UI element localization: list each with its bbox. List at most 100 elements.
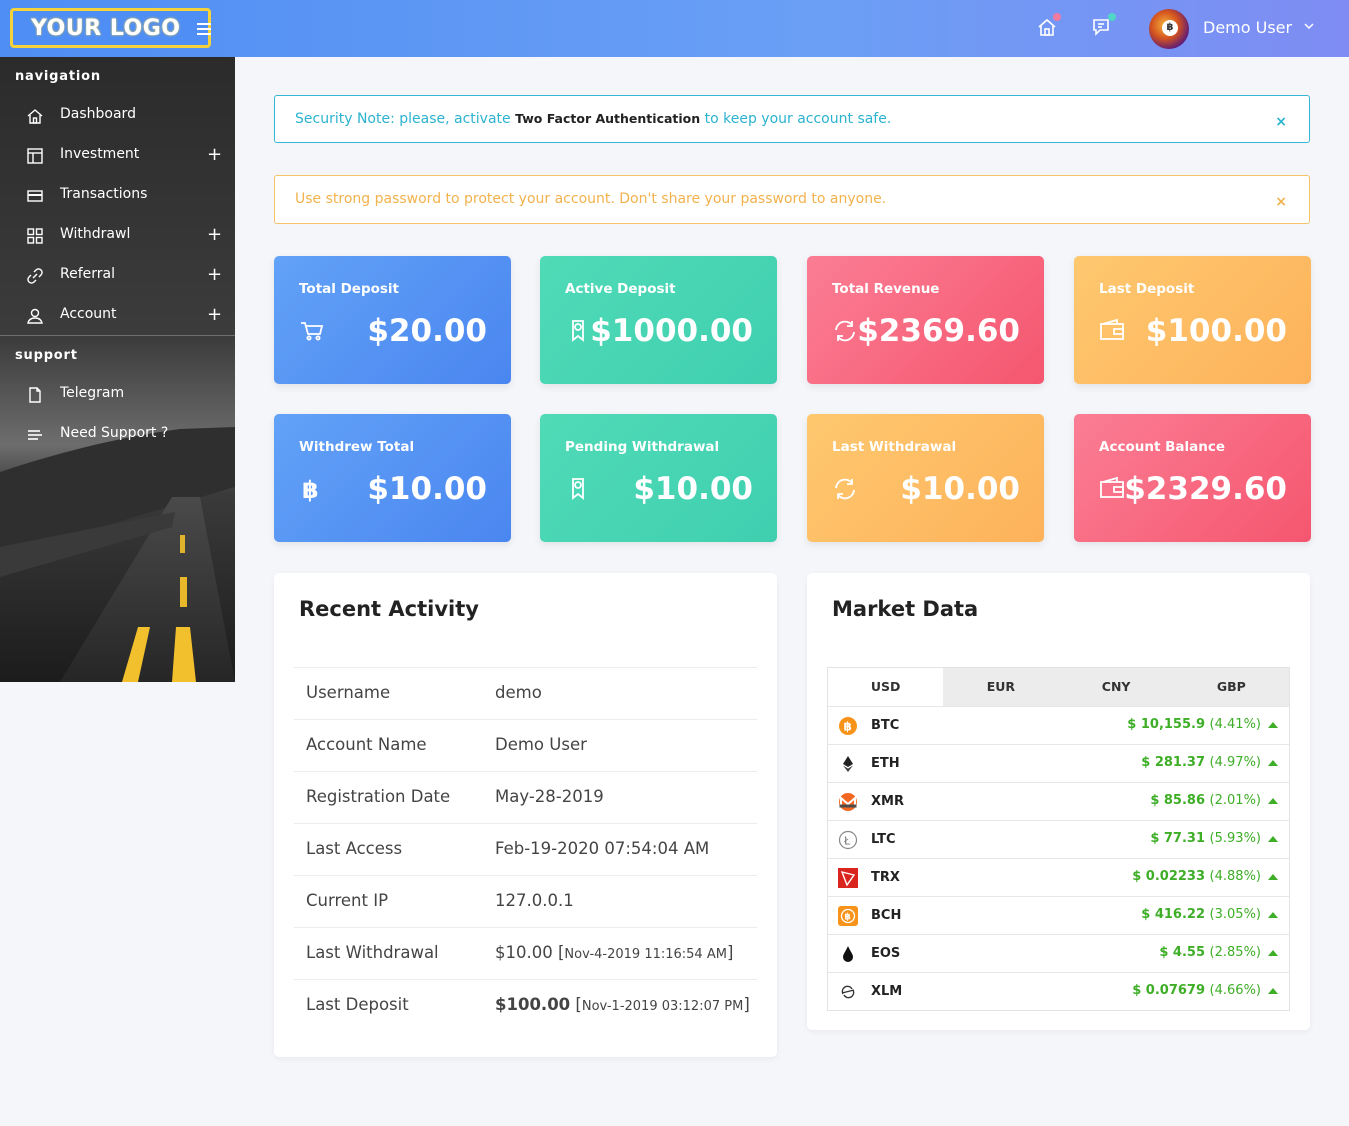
- coin-symbol: EOS: [871, 946, 901, 961]
- row-key: Last Access: [306, 839, 403, 858]
- avatar[interactable]: ฿: [1149, 9, 1189, 49]
- panel-title: Recent Activity: [299, 597, 479, 621]
- wallet-icon: [1100, 318, 1124, 340]
- wallet-icon: [1100, 476, 1124, 498]
- chat-icon[interactable]: [1091, 13, 1116, 38]
- ltc-icon: Ł: [838, 830, 858, 850]
- logo[interactable]: YOUR LOGO: [10, 8, 211, 48]
- layout-icon: [27, 148, 43, 164]
- stat-title: Withdrew Total: [299, 439, 415, 455]
- hamburger-menu-icon[interactable]: [197, 23, 211, 37]
- tab-eur[interactable]: EUR: [943, 668, 1058, 706]
- table-row: Last Deposit $100.00 [Nov-1-2019 03:12:0…: [294, 979, 757, 1031]
- table-row: Registration Date May-28-2019: [294, 771, 757, 823]
- sidebar-item-transactions[interactable]: Transactions: [0, 175, 235, 215]
- table-row: Username demo: [294, 667, 757, 719]
- bitcoin-icon: ฿: [1162, 20, 1178, 36]
- sidebar: navigation Dashboard Investment + Transa…: [0, 57, 235, 682]
- price-value: $ 10,155.9: [1127, 717, 1206, 732]
- trend-up-icon: [1268, 760, 1278, 766]
- coin-price: $ 4.55 (2.85%): [1159, 945, 1261, 960]
- top-header: YOUR LOGO ฿ Demo User: [0, 0, 1349, 57]
- sidebar-divider: [0, 335, 235, 336]
- price-change: (5.93%): [1209, 831, 1261, 846]
- security-alert: Security Note: please, activate Two Fact…: [274, 95, 1310, 143]
- stat-pending-withdrawal: Pending Withdrawal $10.00: [540, 414, 777, 542]
- panel-title: Market Data: [832, 597, 979, 621]
- price-change: (4.88%): [1209, 869, 1261, 884]
- stat-last-withdrawal: Last Withdrawal $10.00: [807, 414, 1044, 542]
- trend-up-icon: [1268, 836, 1278, 842]
- coin-symbol: ETH: [871, 756, 900, 771]
- stat-account-balance: Account Balance $2329.60: [1074, 414, 1311, 542]
- table-row: Account Name Demo User: [294, 719, 757, 771]
- stat-value: $10.00: [900, 471, 1020, 507]
- price-change: (2.85%): [1209, 945, 1261, 960]
- close-icon[interactable]: ×: [1275, 114, 1287, 130]
- sidebar-item-referral[interactable]: Referral +: [0, 255, 235, 295]
- security-alert-text: Security Note: please, activate Two Fact…: [295, 111, 891, 127]
- market-row: EOS $ 4.55 (2.85%): [828, 934, 1289, 972]
- xmr-icon: [839, 793, 857, 811]
- sidebar-item-label: Withdrawl: [60, 226, 131, 242]
- coin-price: $ 0.02233 (4.88%): [1132, 869, 1261, 884]
- coin-price: $ 0.07679 (4.66%): [1132, 983, 1261, 998]
- row-key: Current IP: [306, 891, 389, 910]
- two-factor-link[interactable]: Two Factor Authentication: [515, 111, 700, 126]
- tab-usd[interactable]: USD: [828, 668, 944, 706]
- stat-title: Total Revenue: [832, 281, 940, 297]
- market-row: TRX $ 0.02233 (4.88%): [828, 858, 1289, 896]
- market-row: ETH $ 281.37 (4.97%): [828, 744, 1289, 782]
- market-data-panel: Market Data USD EUR CNY GBP ฿ BTC $ 10,1…: [807, 573, 1310, 1030]
- sidebar-item-account[interactable]: Account +: [0, 295, 235, 335]
- stat-value: $10.00: [367, 471, 487, 507]
- coin-symbol: TRX: [871, 870, 900, 885]
- bitcoin-icon: ฿: [302, 476, 319, 502]
- expand-icon[interactable]: +: [207, 305, 222, 325]
- stat-withdrew-total: Withdrew Total ฿ $10.00: [274, 414, 511, 542]
- close-icon[interactable]: ×: [1275, 194, 1287, 210]
- deposit-timestamp: Nov-1-2019 03:12:07 PM: [581, 999, 744, 1014]
- trx-icon: [838, 868, 858, 888]
- alert-prefix: Security Note: please, activate: [295, 111, 516, 127]
- row-key: Registration Date: [306, 787, 451, 806]
- svg-text:Ł: Ł: [843, 835, 851, 848]
- expand-icon[interactable]: +: [207, 265, 222, 285]
- expand-icon[interactable]: +: [207, 225, 222, 245]
- coin-price: $ 281.37 (4.97%): [1141, 755, 1261, 770]
- sidebar-item-label: Need Support ?: [60, 425, 169, 441]
- tab-cny[interactable]: CNY: [1059, 668, 1174, 706]
- sidebar-item-investment[interactable]: Investment +: [0, 135, 235, 175]
- sidebar-item-telegram[interactable]: Telegram: [0, 374, 235, 414]
- home-icon[interactable]: [1036, 13, 1061, 38]
- row-value: 127.0.0.1: [495, 891, 574, 910]
- stat-title: Account Balance: [1099, 439, 1226, 455]
- market-row: ฿ BTC $ 10,155.9 (4.41%): [828, 706, 1289, 744]
- price-change: (4.66%): [1209, 983, 1261, 998]
- bch-icon: ฿: [838, 906, 858, 926]
- price-change: (4.97%): [1209, 755, 1261, 770]
- file-icon: [29, 387, 41, 403]
- stat-value: $2369.60: [857, 313, 1020, 349]
- refresh-icon: [835, 478, 855, 500]
- coin-symbol: XMR: [871, 794, 904, 809]
- price-change: (3.05%): [1209, 907, 1261, 922]
- row-value: May-28-2019: [495, 787, 604, 806]
- market-row: XMR $ 85.86 (2.01%): [828, 782, 1289, 820]
- expand-icon[interactable]: +: [207, 145, 222, 165]
- tab-gbp[interactable]: GBP: [1174, 668, 1289, 706]
- user-name[interactable]: Demo User: [1203, 18, 1292, 37]
- price-change: (4.41%): [1209, 717, 1261, 732]
- sidebar-item-support[interactable]: Need Support ?: [0, 414, 235, 454]
- sidebar-item-withdrawl[interactable]: Withdrawl +: [0, 215, 235, 255]
- chevron-down-icon[interactable]: [1304, 21, 1314, 31]
- coin-price: $ 416.22 (3.05%): [1141, 907, 1261, 922]
- stat-title: Active Deposit: [565, 281, 676, 297]
- xlm-icon: [841, 985, 855, 999]
- stat-last-deposit: Last Deposit $100.00: [1074, 256, 1311, 384]
- trend-up-icon: [1268, 874, 1278, 880]
- nav-section-navigation: navigation: [15, 69, 101, 84]
- sidebar-item-dashboard[interactable]: Dashboard: [0, 95, 235, 135]
- stat-value: $10.00: [633, 471, 753, 507]
- user-icon: [27, 308, 43, 324]
